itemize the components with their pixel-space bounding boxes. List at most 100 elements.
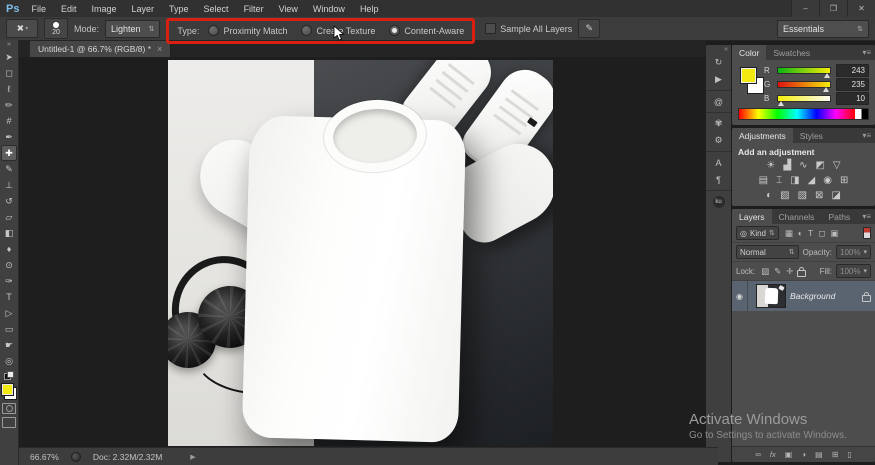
close-icon[interactable]: ✕ xyxy=(847,0,875,17)
filter-type-layers-icon[interactable]: T xyxy=(808,228,813,238)
lasso-tool[interactable]: ℓ xyxy=(1,81,17,97)
lock-position-icon[interactable]: ✛ xyxy=(786,266,793,277)
actions-panel-icon[interactable]: ▶ xyxy=(706,71,731,88)
black-white-icon[interactable]: ◨ xyxy=(790,176,799,186)
opacity-select[interactable]: 100% ▾ xyxy=(836,245,871,259)
exposure-icon[interactable]: ◩ xyxy=(815,161,824,171)
spot-healing-brush-tool[interactable]: ✚ xyxy=(1,145,17,161)
photo-filter-icon[interactable]: ◢ xyxy=(808,176,816,186)
filter-toggle-switch[interactable] xyxy=(863,227,871,239)
visibility-cell[interactable]: ◉ xyxy=(732,281,748,311)
brush-panel-toggle-button[interactable]: ✎ xyxy=(578,19,600,38)
menu-view[interactable]: View xyxy=(279,4,298,14)
gradient-map-icon[interactable]: ⊠ xyxy=(815,191,823,201)
device-preview-panel-icon[interactable]: @ xyxy=(706,90,731,110)
slider-thumb-icon[interactable] xyxy=(823,87,829,92)
tool-presets-panel-icon[interactable]: ⚙ xyxy=(706,132,731,149)
slider-thumb-icon[interactable] xyxy=(824,73,830,78)
filter-smart-objects-icon[interactable]: ▣ xyxy=(830,228,838,239)
channel-value[interactable]: 235 xyxy=(836,78,869,91)
brushes-panel-icon[interactable]: ✾ xyxy=(706,112,731,132)
checkbox-icon[interactable] xyxy=(485,23,496,34)
channel-value[interactable]: 243 xyxy=(836,64,869,77)
link-layers-icon[interactable]: ∞ xyxy=(755,450,761,459)
menu-edit[interactable]: Edit xyxy=(61,4,77,14)
move-tool[interactable]: ➤ xyxy=(1,49,17,65)
channel-slider-b[interactable] xyxy=(777,95,831,102)
new-group-icon[interactable]: ▤ xyxy=(815,450,823,459)
color-themes-panel-icon[interactable]: ku xyxy=(706,190,731,210)
minimize-icon[interactable]: – xyxy=(791,0,819,17)
expand-panels-icon[interactable]: « xyxy=(721,45,731,54)
color-spectrum-ramp[interactable] xyxy=(738,108,869,120)
gradient-tool[interactable]: ◧ xyxy=(1,225,17,241)
fill-select[interactable]: 100% ▾ xyxy=(836,264,871,278)
eyedropper-tool[interactable]: ✒ xyxy=(1,129,17,145)
adjustments-tab-styles[interactable]: Styles xyxy=(793,128,830,143)
color-panel-menu-icon[interactable]: ▾≡ xyxy=(858,45,875,60)
radio-option-content-aware[interactable]: Content-Aware xyxy=(389,25,464,36)
radio-icon[interactable] xyxy=(301,25,312,36)
canvas-area[interactable] xyxy=(18,57,706,448)
menu-help[interactable]: Help xyxy=(360,4,379,14)
pen-tool[interactable]: ✑ xyxy=(1,273,17,289)
menu-layer[interactable]: Layer xyxy=(132,4,155,14)
toolbar-collapse-icon[interactable]: » xyxy=(7,40,11,49)
shape-tool[interactable]: ▭ xyxy=(1,321,17,337)
sample-all-layers-option[interactable]: Sample All Layers xyxy=(485,23,572,34)
layer-mask-icon[interactable]: ▣ xyxy=(785,450,793,459)
document-tab[interactable]: Untitled-1 @ 66.7% (RGB/8) * × xyxy=(30,40,171,57)
curves-icon[interactable]: ∿ xyxy=(799,161,807,171)
quick-selection-tool[interactable]: ✏ xyxy=(1,97,17,113)
color-lookup-icon[interactable]: ⊞ xyxy=(840,176,848,186)
foreground-color-swatch[interactable] xyxy=(740,67,757,84)
color-tab-swatches[interactable]: Swatches xyxy=(766,45,817,60)
foreground-color-swatch[interactable] xyxy=(1,383,14,396)
paragraph-panel-icon[interactable]: ¶ xyxy=(706,171,731,188)
workspace-select[interactable]: Essentials ⇅ xyxy=(777,20,869,38)
brush-size-picker[interactable]: 20 xyxy=(44,18,68,39)
lock-all-icon[interactable] xyxy=(797,270,806,277)
filter-pixel-layers-icon[interactable]: ▦ xyxy=(785,228,793,239)
path-selection-tool[interactable]: ▷ xyxy=(1,305,17,321)
clone-stamp-tool[interactable]: ⊥ xyxy=(1,177,17,193)
menu-window[interactable]: Window xyxy=(313,4,345,14)
radio-icon[interactable] xyxy=(389,25,400,36)
rectangular-marquee-tool[interactable]: ◻ xyxy=(1,65,17,81)
menu-filter[interactable]: Filter xyxy=(244,4,264,14)
radio-option-create-texture[interactable]: Create Texture xyxy=(301,25,375,36)
mode-select[interactable]: Lighten ⇅ xyxy=(105,20,160,38)
invert-icon[interactable]: ◐ xyxy=(766,191,772,201)
eye-icon[interactable]: ◉ xyxy=(736,292,743,301)
layers-tab-channels[interactable]: Channels xyxy=(772,209,822,224)
color-tab-color[interactable]: Color xyxy=(732,45,766,60)
threshold-icon[interactable]: ▧ xyxy=(798,191,807,201)
hand-tool[interactable]: ☛ xyxy=(1,337,17,353)
restore-icon[interactable]: ❐ xyxy=(819,0,847,17)
new-layer-icon[interactable]: ⊞ xyxy=(832,450,839,459)
history-panel-icon[interactable]: ↻ xyxy=(706,54,731,71)
blur-tool[interactable]: ♦ xyxy=(1,241,17,257)
selective-color-icon[interactable]: ◪ xyxy=(831,191,840,201)
layers-panel-menu-icon[interactable]: ▾≡ xyxy=(858,209,875,224)
filter-adjustment-layers-icon[interactable]: ◐ xyxy=(798,228,803,238)
menu-select[interactable]: Select xyxy=(204,4,229,14)
layers-tab-paths[interactable]: Paths xyxy=(821,209,857,224)
healing-brush-preset-button[interactable]: ✚ ▾ xyxy=(6,19,38,38)
slider-thumb-icon[interactable] xyxy=(778,101,784,106)
brush-tool[interactable]: ✎ xyxy=(1,161,17,177)
layer-row[interactable]: ◉Background xyxy=(732,281,875,311)
layer-filter-select[interactable]: ◎ Kind ⇅ xyxy=(736,226,779,240)
menu-image[interactable]: Image xyxy=(92,4,117,14)
new-adjustment-layer-icon[interactable]: ◑ xyxy=(801,450,806,459)
swap-colors-icon[interactable] xyxy=(4,371,14,380)
layer-style-icon[interactable]: fx xyxy=(770,450,776,459)
status-menu-icon[interactable]: ▶ xyxy=(190,453,195,461)
screen-mode-button[interactable] xyxy=(2,417,16,428)
channel-mixer-icon[interactable]: ◉ xyxy=(823,176,832,186)
channel-slider-g[interactable] xyxy=(777,81,831,88)
blend-mode-select[interactable]: Normal ⇅ xyxy=(736,245,799,259)
vibrance-icon[interactable]: ▽ xyxy=(833,161,841,171)
layer-thumbnail[interactable] xyxy=(757,285,785,307)
menu-file[interactable]: File xyxy=(31,4,46,14)
